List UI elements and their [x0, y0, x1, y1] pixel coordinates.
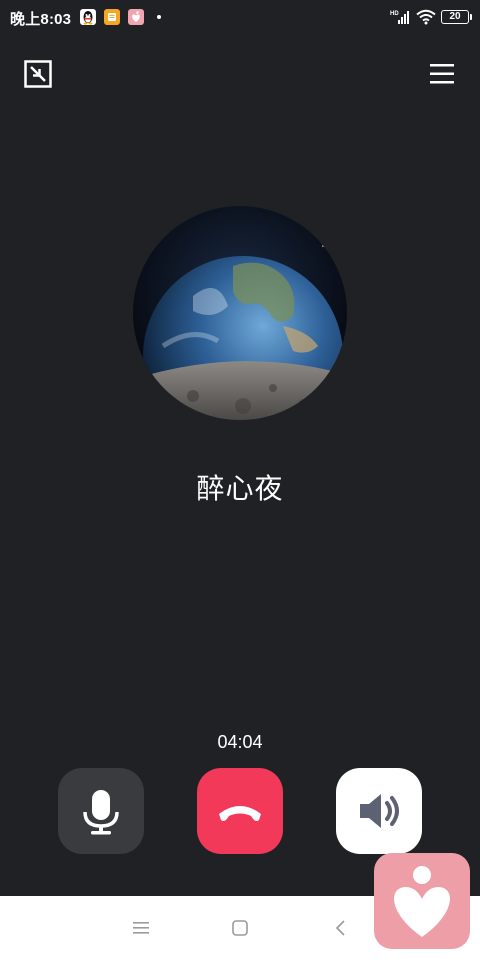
speaker-button[interactable] [336, 768, 422, 854]
caller-name: 醉心夜 [196, 473, 284, 504]
nav-back-button[interactable] [327, 914, 355, 942]
qq-icon [80, 9, 96, 25]
hang-up-icon [219, 806, 261, 821]
menu-icon [430, 64, 454, 84]
minimize-button[interactable] [24, 60, 52, 88]
call-timer: 04:04 [217, 732, 263, 752]
floating-app-button[interactable] [374, 853, 470, 949]
signal-icon: HD [390, 9, 410, 25]
orange-app-icon [104, 9, 120, 25]
home-icon [232, 920, 248, 936]
hang-up-button[interactable] [197, 768, 283, 854]
status-time: 晚上8:03 [10, 11, 72, 28]
back-icon [335, 920, 345, 936]
notification-dot [157, 15, 161, 19]
mute-button[interactable] [58, 768, 144, 854]
status-bar: 晚上8:03 HD 20 [0, 0, 480, 36]
menu-icon [133, 922, 149, 934]
nav-menu-button[interactable] [127, 914, 155, 942]
svg-text:HD: HD [390, 11, 399, 17]
microphone-icon [83, 790, 119, 835]
minimize-icon [24, 60, 52, 88]
nav-home-button[interactable] [226, 914, 254, 942]
heart-person-icon [394, 866, 450, 937]
pink-app-icon [128, 9, 144, 25]
menu-button[interactable] [428, 60, 456, 88]
wifi-icon [416, 9, 436, 25]
battery-icon: 20 [441, 10, 472, 24]
caller-avatar [133, 206, 347, 420]
speaker-icon [360, 794, 399, 828]
